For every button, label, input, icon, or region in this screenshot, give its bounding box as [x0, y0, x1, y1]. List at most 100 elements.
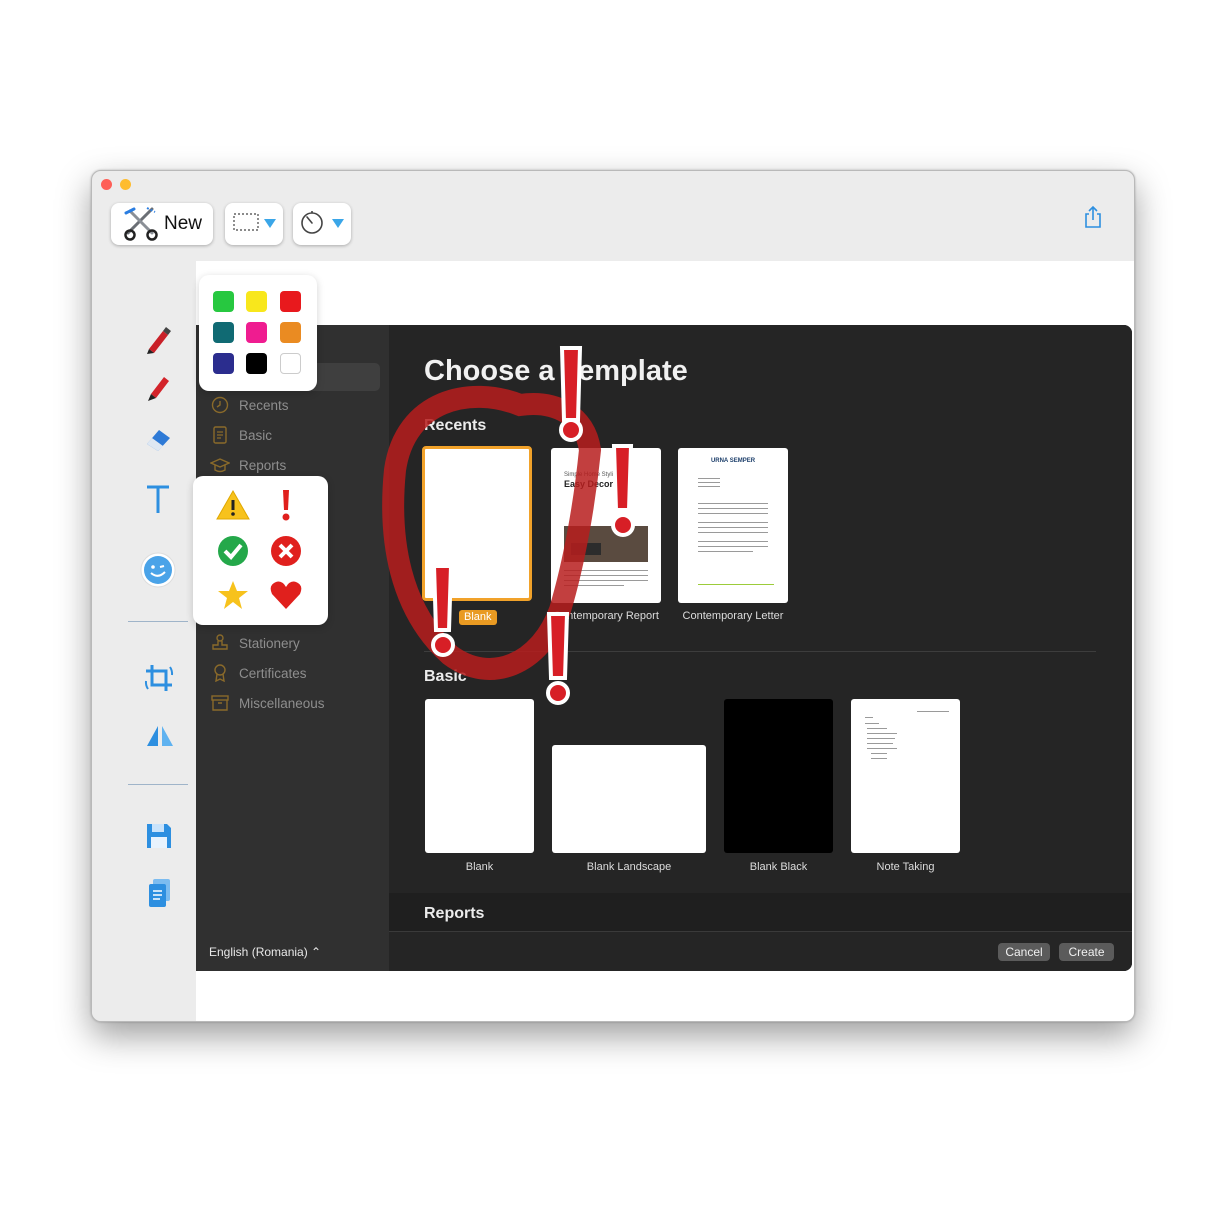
cancel-button[interactable]: Cancel: [998, 943, 1050, 961]
template-label-blank-black: Blank Black: [749, 861, 808, 873]
note-preview-line: [867, 728, 887, 729]
letter-preview-heading: URNA SEMPER: [710, 458, 756, 464]
emoji-icon[interactable]: [139, 551, 177, 594]
scissors-icon: [122, 203, 160, 246]
letter-preview-line: [698, 503, 768, 504]
recents-heading: Recents: [424, 417, 487, 434]
report-preview-line: [564, 575, 648, 576]
color-swatch-white[interactable]: [280, 353, 301, 374]
rectangle-selection-icon: [231, 210, 277, 239]
document-icon: [210, 426, 230, 444]
marker-icon[interactable]: [143, 325, 173, 360]
text-icon[interactable]: [144, 483, 172, 520]
sidebar-item-label: Certificates: [239, 665, 307, 681]
color-swatch-black[interactable]: [246, 353, 267, 374]
flip-icon[interactable]: [145, 722, 175, 755]
note-preview-line: [871, 753, 887, 754]
reports-heading: Reports: [424, 905, 485, 922]
language-selector[interactable]: English (Romania) ⌃: [209, 945, 321, 959]
template-label-note-taking: Note Taking: [876, 861, 935, 873]
sidebar-item-basic[interactable]: Basic: [210, 426, 272, 444]
minimize-window-button[interactable]: [120, 179, 131, 190]
note-preview-line: [867, 738, 895, 739]
template-contemporary-report[interactable]: Simple Home Styling Easy Decor: [551, 448, 661, 603]
color-swatch-red[interactable]: [280, 291, 301, 312]
letter-preview-line: [698, 527, 768, 528]
basic-heading: Basic: [424, 668, 467, 685]
graduation-cap-icon: [210, 456, 230, 474]
pen-icon[interactable]: [143, 372, 173, 407]
note-preview-line: [867, 748, 897, 749]
report-preview-line: [564, 580, 648, 581]
template-blank-selected[interactable]: [422, 446, 532, 601]
tool-sidebar: [92, 261, 196, 1021]
new-capture-button[interactable]: New: [111, 203, 213, 245]
note-preview-line: [867, 733, 897, 734]
sticker-popover: [193, 476, 328, 625]
cross-icon[interactable]: [270, 535, 302, 572]
template-blank-black[interactable]: [724, 699, 833, 853]
exclamation-icon[interactable]: [279, 488, 293, 527]
heart-icon[interactable]: [269, 579, 303, 616]
save-icon[interactable]: [144, 821, 174, 856]
template-contemporary-letter[interactable]: URNA SEMPER: [678, 448, 788, 603]
letter-preview-line: [698, 513, 768, 514]
reports-section-bar: [389, 893, 1132, 931]
create-button[interactable]: Create: [1059, 943, 1114, 961]
sidebar-item-label: Recents: [239, 397, 289, 413]
letter-preview-line: [698, 482, 720, 483]
report-preview-line: [564, 570, 648, 571]
warning-icon[interactable]: [216, 489, 250, 526]
template-note-taking[interactable]: [851, 699, 960, 853]
color-palette-popover: [199, 275, 317, 391]
share-icon[interactable]: [1082, 205, 1104, 229]
letter-preview-line: [698, 486, 720, 487]
sidebar-item-reports[interactable]: Reports: [210, 456, 286, 474]
note-preview-line: [865, 717, 873, 718]
star-icon[interactable]: [217, 579, 249, 616]
report-preview-title: Easy Decor: [564, 479, 614, 489]
timer-dropdown[interactable]: [293, 203, 351, 245]
timer-icon: [299, 209, 345, 240]
copy-icon[interactable]: [146, 877, 174, 914]
letter-preview-line: [698, 478, 720, 479]
note-preview-line: [871, 758, 887, 759]
template-label-contemporary-report: Contemporary Report: [553, 610, 659, 622]
template-blank[interactable]: [425, 699, 534, 853]
color-swatch-green[interactable]: [213, 291, 234, 312]
letter-preview-line: [698, 541, 768, 542]
sidebar-item-recents[interactable]: Recents: [210, 396, 289, 414]
close-window-button[interactable]: [101, 179, 112, 190]
sidebar-item-certificates[interactable]: Certificates: [210, 664, 307, 682]
clock-icon: [210, 396, 230, 414]
ribbon-icon: [210, 664, 230, 682]
report-preview-kicker: Simple Home Styling: [564, 472, 620, 478]
checkmark-icon[interactable]: [217, 535, 249, 572]
eraser-icon[interactable]: [143, 424, 173, 459]
color-swatch-navy[interactable]: [213, 353, 234, 374]
sidebar-item-label: Miscellaneous: [239, 695, 325, 711]
template-sidebar: Recents Basic Reports Stationery Certifi…: [196, 325, 389, 971]
color-swatch-yellow[interactable]: [246, 291, 267, 312]
report-preview-sofa: [571, 543, 601, 555]
crop-rotate-icon[interactable]: [142, 661, 176, 700]
sidebar-item-stationery[interactable]: Stationery: [210, 634, 300, 652]
sidebar-item-label: Stationery: [239, 635, 300, 651]
sidebar-item-label: Basic: [239, 427, 273, 443]
letter-preview-line: [698, 508, 768, 509]
template-gallery: Choose a Template Recents Blank Simple H…: [389, 325, 1132, 971]
dialog-title: Choose a Template: [424, 355, 688, 387]
color-swatch-teal[interactable]: [213, 322, 234, 343]
letter-preview-line: [698, 522, 768, 523]
sidebar-item-miscellaneous[interactable]: Miscellaneous: [210, 694, 325, 712]
template-label-blank: Blank: [465, 861, 494, 873]
color-swatch-orange[interactable]: [280, 322, 301, 343]
note-preview-line: [917, 711, 949, 712]
capture-mode-dropdown[interactable]: [225, 203, 283, 245]
template-chooser-dialog: Recents Basic Reports Stationery Certifi…: [196, 325, 1132, 971]
color-swatch-magenta[interactable]: [246, 322, 267, 343]
template-blank-landscape[interactable]: [552, 745, 706, 853]
letter-preview-line: [698, 546, 768, 547]
note-preview-line: [867, 743, 893, 744]
sidebar-item-label: Reports: [239, 457, 287, 473]
